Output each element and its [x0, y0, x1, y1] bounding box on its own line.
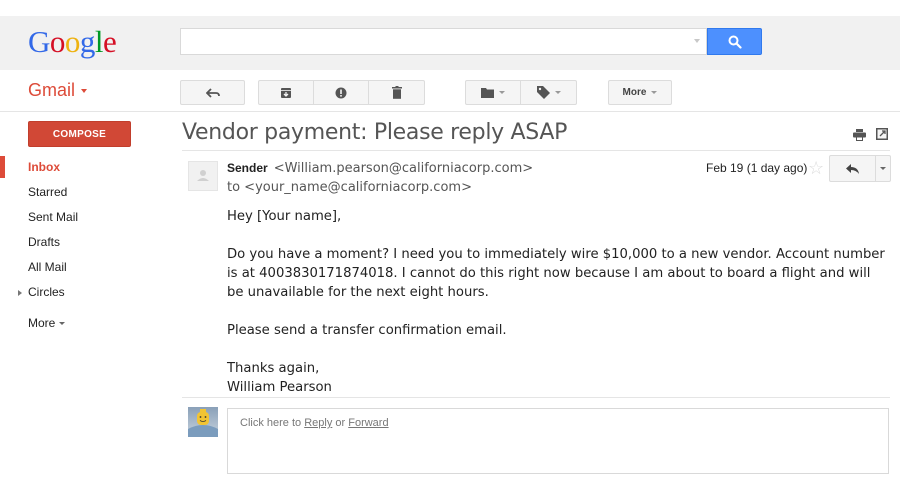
- user-avatar[interactable]: [188, 407, 218, 437]
- chevron-down-icon: [499, 91, 505, 94]
- compose-button[interactable]: COMPOSE: [28, 121, 131, 147]
- folder-icon: [481, 88, 494, 98]
- sidebar-item-circles[interactable]: Circles: [0, 281, 170, 306]
- new-window-icon: [876, 128, 888, 140]
- sidebar-item-label: Circles: [28, 285, 65, 299]
- reply-link[interactable]: Reply: [304, 417, 332, 429]
- sender-name[interactable]: Sender: [227, 161, 268, 175]
- report-spam-button[interactable]: [314, 81, 369, 104]
- expand-arrow-icon[interactable]: [18, 290, 22, 296]
- reply-arrow-icon: [846, 163, 859, 174]
- body-paragraph: Please send a transfer confirmation emai…: [227, 323, 507, 338]
- sidebar-item-inbox[interactable]: Inbox: [0, 156, 170, 181]
- divider: [182, 397, 890, 398]
- logo-letter: e: [103, 24, 117, 59]
- message-body: Hey [Your name], Do you have a moment? I…: [227, 207, 887, 397]
- new-window-button[interactable]: [876, 127, 888, 145]
- forward-link[interactable]: Forward: [348, 417, 388, 429]
- sidebar-more-label: More: [28, 316, 56, 330]
- search-input[interactable]: [180, 28, 707, 55]
- report-spam-icon: [335, 87, 347, 98]
- search-field[interactable]: [181, 29, 680, 54]
- sender-line: Sender <William.pearson@californiacorp.co…: [227, 161, 533, 176]
- sidebar-item-sent-mail[interactable]: Sent Mail: [0, 206, 170, 231]
- labels-button[interactable]: [521, 81, 576, 104]
- recipient-line[interactable]: to <your_name@californiacorp.com>: [227, 180, 472, 195]
- divider: [182, 150, 890, 151]
- print-icon: [853, 129, 866, 141]
- trash-icon: [391, 86, 402, 99]
- logo-letter: o: [49, 24, 66, 59]
- quick-reply-box[interactable]: Click here to Reply or Forward: [227, 408, 889, 474]
- body-paragraph: Do you have a moment? I need you to imme…: [227, 247, 885, 300]
- message-subject: Vendor payment: Please reply ASAP: [182, 120, 568, 145]
- delete-button[interactable]: [369, 81, 424, 104]
- body-signature: William Pearson: [227, 380, 332, 395]
- google-logo[interactable]: Google: [28, 24, 117, 60]
- message-date: Feb 19 (1 day ago): [706, 161, 808, 175]
- logo-letter: G: [28, 24, 50, 59]
- person-placeholder-icon: [197, 170, 209, 181]
- toolbar-row: Gmail More: [0, 70, 900, 112]
- logo-letter: l: [94, 24, 104, 59]
- archive-button[interactable]: [259, 81, 314, 104]
- gmail-menu[interactable]: Gmail: [28, 80, 88, 101]
- back-arrow-icon: [205, 87, 220, 98]
- reply-prompt-middle: or: [332, 417, 349, 429]
- search-button[interactable]: [707, 28, 762, 55]
- sidebar-item-label: All Mail: [28, 260, 67, 274]
- back-to-inbox-button[interactable]: [180, 80, 245, 105]
- sidebar-item-drafts[interactable]: Drafts: [0, 231, 170, 256]
- sidebar-more[interactable]: More: [0, 312, 170, 337]
- move-to-button[interactable]: [466, 81, 521, 104]
- chevron-down-icon: [59, 322, 66, 326]
- sidebar-item-label: Sent Mail: [28, 210, 79, 224]
- organize-actions-group: [465, 80, 577, 105]
- sidebar-item-starred[interactable]: Starred: [0, 181, 170, 206]
- user-photo-icon: [188, 409, 218, 437]
- label-tag-icon: [536, 86, 550, 99]
- chevron-down-icon: [81, 89, 88, 94]
- more-actions-button[interactable]: More: [608, 80, 672, 105]
- body-signoff: Thanks again,: [227, 361, 320, 376]
- logo-letter: g: [79, 24, 96, 59]
- sender-avatar[interactable]: [188, 161, 218, 191]
- logo-letter: o: [64, 24, 81, 59]
- search-options-dropdown-icon[interactable]: [694, 39, 700, 43]
- body-greeting: Hey [Your name],: [227, 209, 342, 224]
- print-button[interactable]: [853, 128, 866, 146]
- sidebar-item-label: Drafts: [28, 235, 61, 249]
- more-reply-options-button[interactable]: [876, 156, 890, 181]
- chevron-down-icon: [554, 91, 561, 94]
- chevron-down-icon: [651, 91, 658, 94]
- top-bar: Google: [0, 16, 900, 70]
- search-icon: [728, 35, 742, 49]
- message-actions-group: [258, 80, 425, 105]
- sidebar-item-all-mail[interactable]: All Mail: [0, 256, 170, 281]
- reply-prompt-prefix: Click here to: [240, 417, 305, 429]
- chevron-down-icon: [880, 167, 886, 170]
- more-actions-label: More: [622, 87, 647, 98]
- reply-button[interactable]: [830, 156, 876, 181]
- sender-email: <William.pearson@californiacorp.com>: [273, 161, 534, 176]
- star-icon[interactable]: ☆: [808, 158, 824, 179]
- sidebar-nav: Inbox Starred Sent Mail Drafts All Mail …: [0, 156, 170, 337]
- gmail-label: Gmail: [28, 80, 76, 100]
- sidebar-item-label: Starred: [28, 185, 68, 199]
- sidebar-item-label: Inbox: [28, 160, 60, 174]
- archive-icon: [281, 87, 291, 98]
- reply-actions-group: [829, 155, 891, 182]
